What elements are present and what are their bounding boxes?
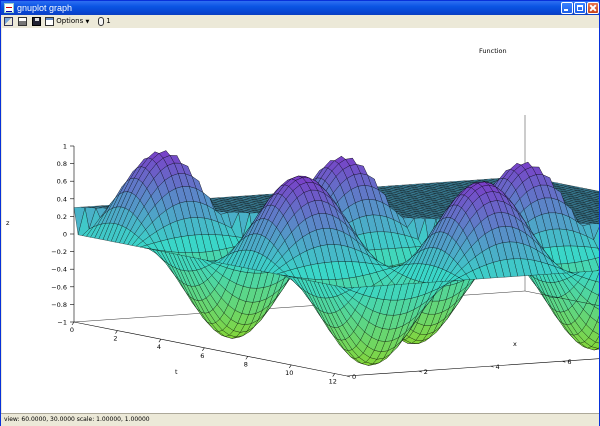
t-tick-label: 0 [70, 326, 74, 334]
options-label: Options [56, 17, 84, 25]
print-icon [18, 16, 27, 26]
z-axis-label: z [6, 219, 10, 227]
save-icon [32, 16, 41, 26]
z-tick-label: −1 [57, 319, 67, 327]
t-tick-label: 4 [157, 343, 161, 351]
status-text: view: 60.0000, 30.0000 scale: 1.00000, 1… [4, 416, 150, 423]
t-tick-mark [115, 330, 118, 334]
z-tick-label: 0.8 [57, 160, 67, 168]
surface-mesh [73, 150, 599, 366]
mouse-icon [98, 16, 104, 26]
t-tick-mark [158, 339, 162, 343]
mouse-toggle-button[interactable]: 1 [98, 16, 111, 27]
chevron-down-icon: ▼ [85, 19, 90, 25]
t-axis-line [73, 321, 348, 377]
t-tick-mark [245, 356, 249, 360]
minimize-icon [564, 5, 568, 11]
z-tick-label: 1 [63, 143, 67, 151]
close-button[interactable] [587, 2, 599, 14]
t-tick-label: 8 [244, 360, 248, 368]
z-tick-label: 0.4 [57, 195, 67, 203]
z-tick-label: 0 [63, 231, 67, 239]
t-tick-mark [202, 347, 205, 351]
window-title: gnuplot graph [17, 3, 73, 13]
copy-button[interactable] [4, 16, 13, 27]
minimize-button[interactable] [561, 2, 573, 14]
x-tick-label: 0 [352, 373, 356, 381]
toolbar: Options ▼ 1 [1, 15, 599, 28]
mouse-label: 1 [106, 17, 111, 25]
close-icon [590, 5, 596, 11]
options-icon [45, 16, 54, 26]
t-tick-mark [71, 321, 75, 326]
print-button[interactable] [18, 16, 27, 27]
gnuplot-app-icon [4, 3, 14, 13]
save-button[interactable] [32, 16, 41, 27]
x-tick-label: 6 [567, 358, 571, 366]
title-bar[interactable]: gnuplot graph [1, 1, 599, 15]
t-tick-mark [332, 373, 335, 377]
maximize-button[interactable] [574, 2, 586, 14]
options-button[interactable]: Options ▼ [45, 16, 89, 27]
x-axis-label: x [513, 340, 517, 348]
x-tick-label: 4 [496, 363, 500, 371]
plot-area[interactable]: 1 0.8 0.6 0.4 0.2 0 −0.2 −0.4 −0.6 −0.8 −1 0 2 4 6 8 10 1… [2, 28, 599, 413]
t-tick-label: 6 [200, 352, 204, 360]
t-tick-label: 2 [113, 335, 117, 343]
status-bar: view: 60.0000, 30.0000 scale: 1.00000, 1… [1, 413, 599, 426]
legend-label: Function [479, 47, 507, 55]
x-tick-label: 2 [424, 368, 428, 376]
t-tick-label: 12 [329, 378, 337, 386]
maximize-icon [577, 5, 583, 11]
z-tick-label: −0.2 [51, 248, 67, 256]
z-tick-label: −0.8 [51, 301, 67, 309]
t-tick-label: 10 [285, 369, 293, 377]
t-tick-mark [289, 364, 292, 369]
z-tick-label: −0.6 [51, 283, 67, 291]
z-tick-label: 0.6 [57, 178, 67, 186]
surface-plot: 10.80.60.40.20−0.2−0.4−0.6−0.8−102468101… [6, 47, 599, 386]
gnuplot-window: gnuplot graph Options ▼ 1 1 0.8 0.6 0.4 0.2 0… [0, 0, 600, 426]
copy-icon [4, 16, 13, 26]
z-tick-label: 0.2 [57, 213, 67, 221]
t-axis-label: t [175, 368, 178, 376]
z-tick-label: −0.4 [51, 266, 67, 274]
